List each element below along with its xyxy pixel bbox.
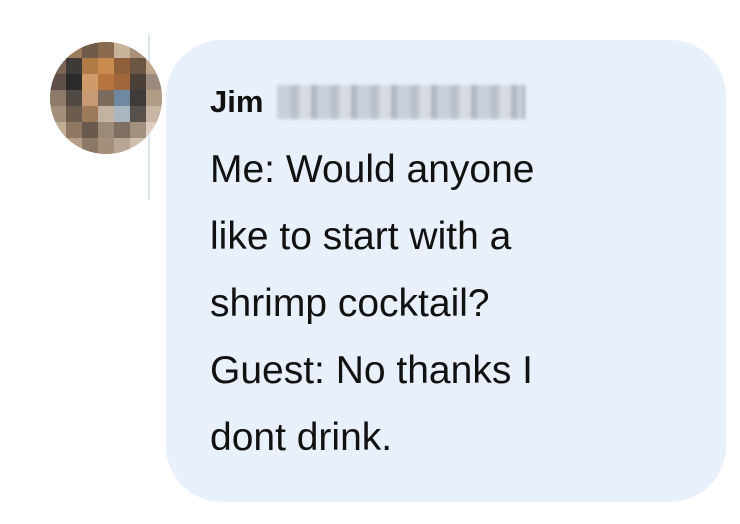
message-line: like to start with a: [210, 215, 512, 258]
message-bubble: Jim Me: Would anyone like to start with …: [166, 40, 726, 502]
message-line: Guest: No thanks I: [210, 349, 533, 392]
message-line: dont drink.: [210, 416, 393, 459]
avatar-container: [26, 34, 162, 200]
message-line: shrimp cocktail?: [210, 282, 490, 325]
message-text: Me: Would anyone like to start with a sh…: [210, 136, 700, 471]
redacted-surname: [277, 85, 526, 119]
sender-name[interactable]: Jim: [210, 84, 263, 120]
message-line: Me: Would anyone: [210, 148, 535, 191]
avatar[interactable]: [50, 42, 162, 154]
message-sender: Jim: [210, 84, 526, 120]
chat-screenshot: Jim Me: Would anyone like to start with …: [0, 0, 740, 524]
